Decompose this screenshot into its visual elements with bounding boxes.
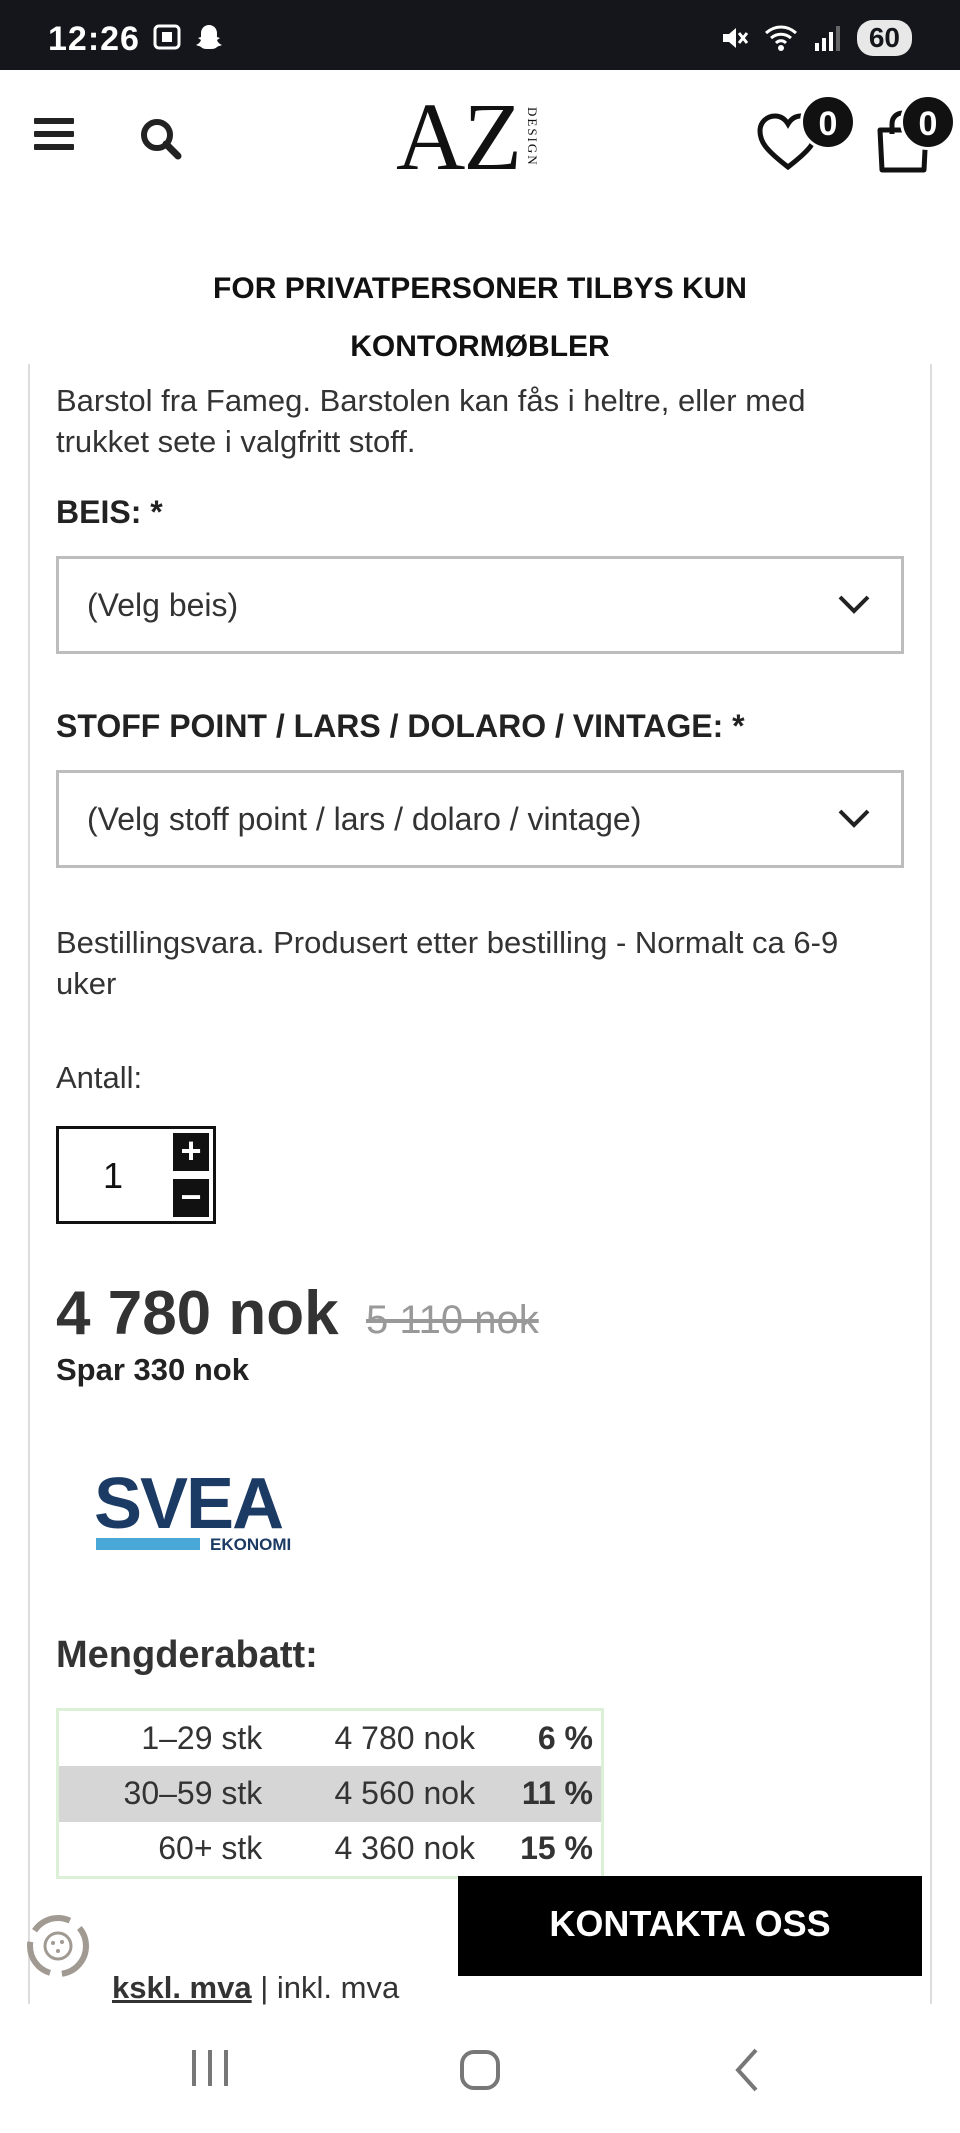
wishlist-button[interactable]: 0 [756,94,856,177]
cart-count-badge: 0 [900,94,956,150]
discount-price: 4 560 nok [270,1765,484,1822]
delivery-info: Bestillingsvara. Produsert etter bestill… [56,925,839,1001]
stoff-label: STOFF POINT / LARS / DOLARO / VINTAGE: * [56,708,745,744]
back-icon[interactable] [732,2046,762,2094]
discount-price: 4 360 nok [334,1830,476,1867]
stoff-select[interactable]: (Velg stoff point / lars / dolaro / vint… [56,770,904,868]
status-bar: 12:26 60 [0,0,960,70]
original-price: 5 110 nok [366,1298,539,1342]
quantity-increase-button[interactable]: + [173,1133,209,1171]
table-row: 30–59 stk 4 560 nok 11 % [57,1765,603,1822]
contact-button-underline [580,1968,906,1974]
svea-ekonomi-logo: SVEA EKONOMI [94,1466,291,1554]
status-time: 12:26 [48,20,140,58]
discount-qty: 1–29 stk [141,1719,263,1756]
menu-icon[interactable] [34,118,74,154]
wishlist-count-badge: 0 [800,94,856,150]
savings-text: Spar 330 nok [56,1352,249,1387]
discount-qty: 30–59 stk [57,1765,271,1822]
wifi-icon [764,25,797,51]
notice-line-1: FOR PRIVATPERSONER TILBYS KUN [213,272,747,305]
vat-separator: | [251,1970,277,2005]
svg-text:SVEA: SVEA [94,1466,283,1544]
quantity-discount-table: 1–29 stk 4 780 nok 6 % 30–59 stk 4 560 n… [56,1708,604,1879]
home-button[interactable] [460,2050,500,2090]
chevron-down-icon [838,595,870,614]
beis-label: BEIS: * [56,494,163,530]
svg-text:EKONOMI: EKONOMI [210,1535,291,1554]
quantity-discount-title: Mengderabatt: [56,1634,318,1676]
table-row: 1–29 stk 4 780 nok 6 % [58,1710,603,1766]
snapchat-icon [196,25,222,49]
discount-qty: 60+ stk [158,1830,263,1867]
stoff-select-value: (Velg stoff point / lars / dolaro / vint… [87,801,642,837]
cookie-settings-icon[interactable] [18,1906,98,1986]
discount-percent: 6 % [537,1719,593,1756]
battery-level: 60 [856,20,912,56]
private-notice: FOR PRIVATPERSONER TILBYS KUN KONTORMØBL… [0,260,960,376]
discount-percent: 15 % [520,1830,593,1867]
discount-percent: 11 % [483,1765,603,1822]
signal-icon [814,26,840,51]
contact-us-button[interactable]: KONTAKTA OSS [458,1876,922,1976]
quantity-stepper: 1 + − [56,1126,216,1224]
logo-text: AZ [396,83,522,190]
mute-icon [722,28,749,48]
table-row: 60+ stk 4 360 nok 15 % [58,1822,603,1878]
recent-apps-button[interactable] [192,2050,228,2086]
incl-vat-link[interactable]: inkl. mva [277,1970,399,2005]
quantity-input[interactable]: 1 [103,1155,123,1197]
screenshot-icon [153,24,181,50]
logo-subtext: DESIGN [524,107,540,167]
quantity-label: Antall: [56,1060,143,1095]
vat-toggle: kskl. mva | inkl. mva [112,1970,399,2006]
excl-vat-link[interactable]: kskl. mva [112,1970,252,2005]
current-price: 4 780 nok [56,1279,339,1348]
discount-price: 4 780 nok [334,1719,476,1756]
product-description: Barstol fra Fameg. Barstolen kan fås i h… [56,383,806,459]
beis-select-value: (Velg beis) [87,587,239,623]
beis-select[interactable]: (Velg beis) [56,556,904,654]
chevron-down-icon [838,809,870,828]
cart-button[interactable]: 0 [872,94,956,181]
quantity-decrease-button[interactable]: − [173,1179,209,1217]
search-icon[interactable] [138,116,184,162]
site-logo[interactable]: AZ DESIGN [396,83,540,190]
